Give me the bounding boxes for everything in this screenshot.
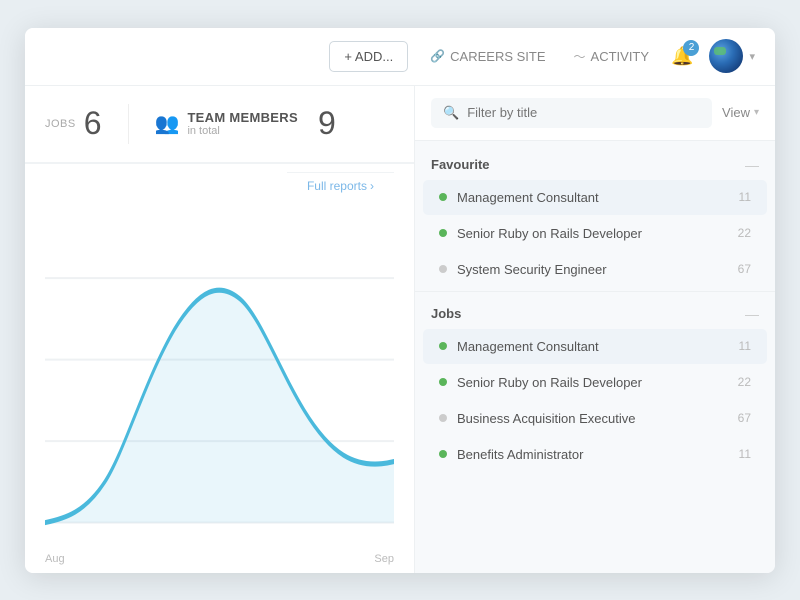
- view-chevron-icon: ▾: [754, 107, 759, 118]
- favourite-collapse-icon[interactable]: —: [745, 157, 759, 173]
- team-label: TEAM MEMBERS: [187, 110, 298, 125]
- jobs-title: Jobs: [431, 306, 461, 321]
- job-count: 11: [739, 447, 751, 461]
- jobs-list: Favourite — Management Consultant 11 Sen…: [415, 141, 775, 573]
- team-count: 9: [318, 105, 336, 142]
- view-button[interactable]: View ▾: [722, 105, 759, 120]
- notification-bell[interactable]: 🔔 2: [671, 46, 693, 67]
- favourite-section-header: Favourite —: [415, 147, 775, 179]
- view-label: View: [722, 105, 750, 120]
- activity-label: ACTIVITY: [591, 49, 650, 64]
- favourite-title: Favourite: [431, 157, 490, 172]
- careers-label: CAREERS SITE: [450, 49, 545, 64]
- user-avatar-wrap[interactable]: ▾: [709, 39, 755, 73]
- job-dot-active: [439, 378, 447, 386]
- team-stat: 👥 TEAM MEMBERS in total 9: [155, 105, 336, 142]
- filter-input-wrap: 🔍: [431, 98, 712, 128]
- jobs-section-header: Jobs —: [415, 296, 775, 328]
- left-panel: JOBS 6 👥 TEAM MEMBERS in total 9 Full re…: [25, 86, 415, 573]
- add-button[interactable]: + ADD...: [329, 41, 408, 72]
- job-dot-inactive: [439, 265, 447, 273]
- chart-label-aug: Aug: [45, 553, 65, 565]
- careers-site-link[interactable]: 🔗 CAREERS SITE: [424, 49, 551, 64]
- link-icon: 🔗: [430, 49, 445, 63]
- reports-label: Full reports: [307, 179, 367, 193]
- list-item[interactable]: System Security Engineer 67: [423, 252, 767, 287]
- team-sub: in total: [187, 125, 298, 137]
- jobs-stat: JOBS 6: [45, 105, 102, 142]
- list-item[interactable]: Senior Ruby on Rails Developer 22: [423, 365, 767, 400]
- list-item[interactable]: Business Acquisition Executive 67: [423, 401, 767, 436]
- chart-label-sep: Sep: [374, 553, 394, 565]
- job-count: 22: [738, 226, 751, 240]
- job-count: 67: [738, 411, 751, 425]
- team-label-block: TEAM MEMBERS in total: [187, 110, 298, 137]
- main-content: JOBS 6 👥 TEAM MEMBERS in total 9 Full re…: [25, 86, 775, 573]
- chevron-down-icon: ▾: [749, 50, 755, 63]
- activity-icon: 〜: [574, 48, 586, 65]
- job-dot-active: [439, 342, 447, 350]
- job-dot-active: [439, 193, 447, 201]
- job-count: 11: [739, 190, 751, 204]
- list-item[interactable]: Benefits Administrator 11: [423, 437, 767, 472]
- section-divider: [415, 291, 775, 292]
- job-dot-active: [439, 450, 447, 458]
- reports-row: Full reports ›: [25, 163, 414, 207]
- chart-area: Aug Sep: [25, 207, 414, 573]
- right-panel: 🔍 View ▾ Favourite — Management Consulta…: [415, 86, 775, 573]
- job-name: Senior Ruby on Rails Developer: [457, 375, 730, 390]
- chart-labels: Aug Sep: [45, 553, 394, 565]
- job-dot-inactive: [439, 414, 447, 422]
- stats-row: JOBS 6 👥 TEAM MEMBERS in total 9: [25, 86, 414, 163]
- job-name: Senior Ruby on Rails Developer: [457, 226, 730, 241]
- notification-badge: 2: [683, 40, 699, 56]
- jobs-collapse-icon[interactable]: —: [745, 306, 759, 322]
- chart-svg: [45, 217, 394, 543]
- header: + ADD... 🔗 CAREERS SITE 〜 ACTIVITY 🔔 2 ▾: [25, 28, 775, 86]
- stat-divider: [128, 104, 129, 144]
- job-count: 11: [739, 339, 751, 353]
- jobs-count: 6: [84, 105, 102, 142]
- arrow-icon: ›: [370, 179, 374, 193]
- search-input[interactable]: [467, 105, 700, 120]
- avatar: [709, 39, 743, 73]
- job-name: System Security Engineer: [457, 262, 730, 277]
- job-name: Benefits Administrator: [457, 447, 731, 462]
- search-icon: 🔍: [443, 105, 459, 121]
- job-name: Management Consultant: [457, 339, 731, 354]
- add-label: + ADD...: [344, 49, 393, 64]
- jobs-label: JOBS: [45, 118, 76, 130]
- job-name: Business Acquisition Executive: [457, 411, 730, 426]
- app-window: + ADD... 🔗 CAREERS SITE 〜 ACTIVITY 🔔 2 ▾…: [25, 28, 775, 573]
- job-count: 22: [738, 375, 751, 389]
- list-item[interactable]: Management Consultant 11: [423, 329, 767, 364]
- list-item[interactable]: Management Consultant 11: [423, 180, 767, 215]
- filter-row: 🔍 View ▾: [415, 86, 775, 141]
- job-dot-active: [439, 229, 447, 237]
- job-name: Management Consultant: [457, 190, 731, 205]
- list-item[interactable]: Senior Ruby on Rails Developer 22: [423, 216, 767, 251]
- job-count: 67: [738, 262, 751, 276]
- full-reports-link[interactable]: Full reports ›: [287, 172, 394, 199]
- team-icon: 👥: [155, 111, 180, 136]
- activity-link[interactable]: 〜 ACTIVITY: [568, 48, 656, 65]
